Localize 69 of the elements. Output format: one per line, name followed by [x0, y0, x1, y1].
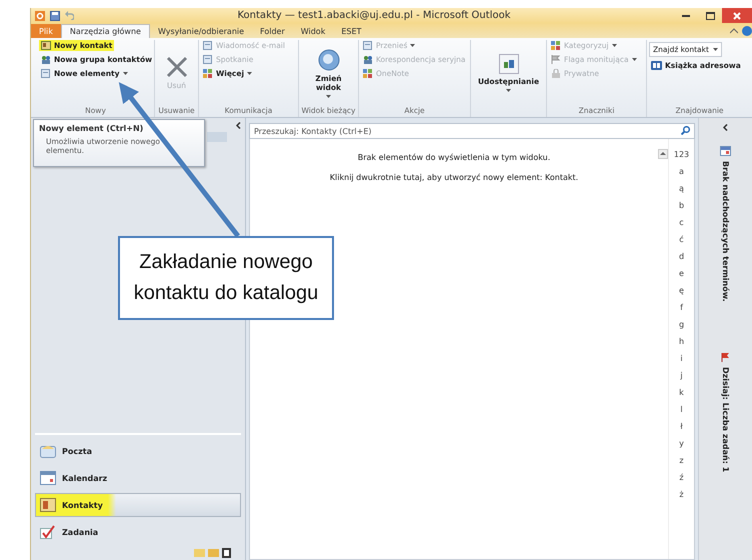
- search-icon[interactable]: [681, 126, 690, 135]
- empty-message: Brak elementów do wyświetlenia w tym widoku.: [358, 153, 550, 162]
- maximize-icon: [706, 12, 714, 20]
- address-book-icon: [651, 61, 662, 70]
- index-letter[interactable]: e: [679, 266, 684, 280]
- grid-icon: [551, 41, 561, 50]
- index-letter[interactable]: i: [680, 351, 683, 365]
- index-letter[interactable]: h: [678, 334, 684, 348]
- index-letter[interactable]: g: [678, 317, 684, 331]
- appointments-text: Brak nadchodzących terminów.: [721, 161, 730, 302]
- nav-item[interactable]: Zadania: [35, 520, 241, 544]
- checkmark-icon: [40, 525, 56, 539]
- flag-icon: [551, 55, 561, 64]
- index-letter[interactable]: z: [679, 453, 684, 467]
- index-letter[interactable]: 123: [674, 147, 690, 161]
- minimize-icon: [682, 14, 690, 16]
- scroll-up-icon[interactable]: [658, 149, 668, 159]
- document-icon: [363, 41, 373, 50]
- ribbon-tab[interactable]: Widok: [292, 24, 334, 38]
- index-letter[interactable]: ł: [680, 419, 683, 433]
- search-field[interactable]: Przeszukaj: Kontakty (Ctrl+E): [249, 123, 695, 139]
- contact-card-icon: [40, 498, 56, 512]
- index-letter[interactable]: ę: [679, 283, 684, 297]
- index-letter[interactable]: d: [678, 249, 684, 263]
- tooltip-title: Nowy element (Ctrl+N): [39, 124, 144, 133]
- index-letter[interactable]: b: [678, 198, 684, 212]
- delete-x-icon: [166, 56, 188, 78]
- index-letter[interactable]: c: [679, 215, 684, 229]
- ribbon-tab[interactable]: Narzędzia główne: [60, 24, 150, 38]
- index-letter[interactable]: a: [679, 164, 684, 178]
- index-letter[interactable]: l: [680, 402, 683, 416]
- index-letter[interactable]: ź: [679, 470, 684, 484]
- collapse-ribbon-icon[interactable]: [730, 28, 738, 34]
- ribbon-tab[interactable]: Wysyłanie/odbieranie: [150, 24, 252, 38]
- nav-item[interactable]: Kalendarz: [35, 466, 241, 490]
- index-letter[interactable]: ć: [679, 232, 684, 246]
- people-icon: [41, 55, 51, 64]
- window-title: Kontakty — test1.abacki@uj.edu.pl - Microsoft Outlook: [236, 10, 512, 21]
- index-letter[interactable]: ż: [679, 487, 684, 501]
- document-icon: [203, 55, 213, 64]
- tasks-text: Dzisiaj: Liczba zadań: 1: [721, 366, 730, 472]
- document-icon: [41, 69, 51, 78]
- nav-item[interactable]: Kontakty: [35, 493, 241, 517]
- ribbon-tab[interactable]: Folder: [252, 24, 293, 38]
- calendar-icon: [40, 471, 56, 485]
- close-icon: [733, 12, 741, 20]
- index-letter[interactable]: f: [680, 300, 683, 314]
- index-letter[interactable]: j: [680, 368, 683, 382]
- index-letter[interactable]: y: [679, 436, 684, 450]
- empty-message: Kliknij dwukrotnie tutaj, aby utworzyć nowy element: Kontakt.: [330, 173, 578, 182]
- ribbon-tab[interactable]: ESET: [333, 24, 370, 38]
- grid-icon: [203, 69, 213, 78]
- contact-card-icon: [41, 41, 51, 50]
- mail-icon: [40, 444, 56, 458]
- index-letter[interactable]: ą: [679, 181, 684, 195]
- people-icon: [363, 55, 373, 64]
- flag-icon: [721, 352, 730, 362]
- expand-icon[interactable]: [723, 124, 728, 131]
- help-icon[interactable]: [742, 26, 752, 36]
- outlook-logo-icon: [35, 10, 45, 20]
- index-letter[interactable]: k: [679, 385, 684, 399]
- close-button[interactable]: [722, 8, 752, 23]
- lock-icon: [551, 69, 561, 78]
- collapse-pane-icon[interactable]: [236, 122, 241, 129]
- calendar-icon: [720, 146, 731, 156]
- document-icon: [203, 41, 213, 50]
- save-icon[interactable]: [50, 10, 60, 20]
- nav-item[interactable]: Poczta: [35, 439, 241, 463]
- grid-icon: [363, 69, 373, 78]
